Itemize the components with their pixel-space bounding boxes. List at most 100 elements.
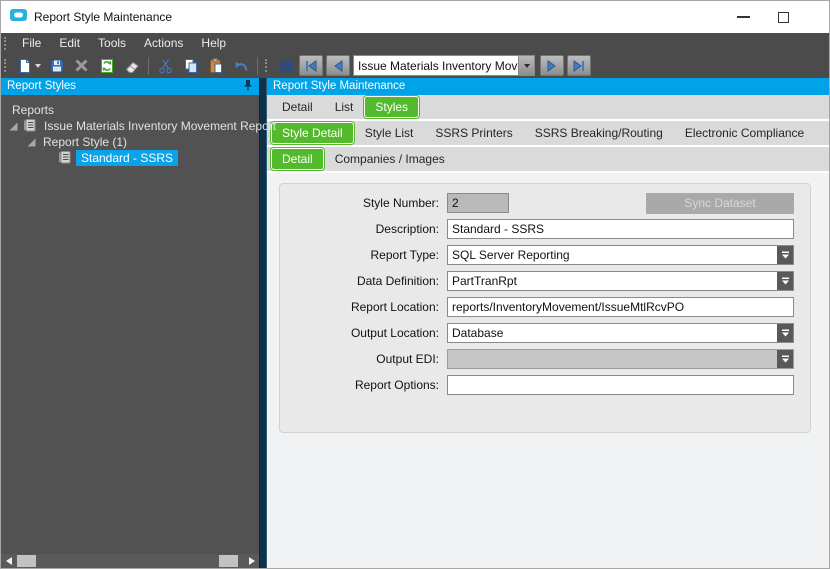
expanded-triangle-icon[interactable] [9,122,18,131]
record-selector-value: Issue Materials Inventory Movem [354,56,518,75]
report-style-maintenance-panel: Report Style Maintenance Detail List Sty… [267,78,829,568]
tree-node-label: Reports [9,103,57,117]
chevron-down-icon [781,251,790,259]
tree-node-reports[interactable]: Reports [1,102,259,118]
undo-button[interactable] [228,55,253,77]
style-number-label: Style Number: [280,196,447,210]
toolbar-separator [257,57,258,75]
copy-icon [183,58,199,74]
maximize-icon [778,12,789,23]
form-row-report-type: Report Type: [280,242,798,268]
first-record-button[interactable] [299,55,323,76]
scroll-left-icon[interactable] [6,557,12,565]
right-panel-title: Report Style Maintenance [273,80,405,92]
save-button[interactable] [44,55,69,77]
description-field[interactable] [447,219,794,239]
tab-style-detail[interactable]: Style Detail [271,122,354,144]
new-button[interactable] [13,55,44,77]
report-type-value[interactable] [448,246,777,264]
menubar-grip[interactable] [4,37,7,50]
style-number-field[interactable] [447,193,509,213]
form-row-report-location: Report Location: [280,294,798,320]
output-edi-combo [447,349,794,369]
form-row-description: Description: [280,216,798,242]
tab-list[interactable]: List [324,96,365,118]
binoculars-search-icon [278,58,295,73]
tab-electronic-compliance[interactable]: Electronic Compliance [674,122,815,144]
tree-node-standard-ssrs[interactable]: Standard - SSRS [1,150,259,166]
report-type-dropdown-button[interactable] [777,246,793,264]
report-location-label: Report Location: [280,300,447,314]
output-edi-dropdown-button[interactable] [777,350,793,368]
title-bar: Report Style Maintenance [1,1,829,33]
tree-node-report-style[interactable]: Report Style (1) [1,134,259,150]
last-record-button[interactable] [567,55,591,76]
tree-node-label: Report Style (1) [40,135,130,149]
record-selector-combo[interactable]: Issue Materials Inventory Movem [353,55,535,76]
paste-button[interactable] [203,55,228,77]
menu-edit[interactable]: Edit [50,34,89,52]
tab-ssrs-printers[interactable]: SSRS Printers [424,122,523,144]
expanded-triangle-icon[interactable] [27,138,36,147]
tab-detail[interactable]: Detail [271,96,324,118]
cut-button[interactable] [153,55,178,77]
report-type-combo[interactable] [447,245,794,265]
save-icon [49,58,65,74]
menu-bar: File Edit Tools Actions Help [1,33,829,53]
find-button[interactable] [274,55,299,77]
minimize-button[interactable] [723,1,763,33]
menu-help[interactable]: Help [192,34,235,52]
data-definition-dropdown-button[interactable] [777,272,793,290]
report-icon [57,150,72,167]
tab-styles[interactable]: Styles [364,96,419,118]
scroll-right-icon[interactable] [249,557,255,565]
previous-record-button[interactable] [326,55,350,76]
form-row-output-edi: Output EDI: [280,346,798,372]
copy-button[interactable] [178,55,203,77]
data-definition-combo[interactable] [447,271,794,291]
output-location-label: Output Location: [280,326,447,340]
scrollbar-block[interactable] [219,555,238,567]
output-location-combo[interactable] [447,323,794,343]
next-record-button[interactable] [540,55,564,76]
menu-file[interactable]: File [13,34,50,52]
report-styles-tree: Reports Issue Materials Inventory Moveme… [1,95,259,166]
delete-button[interactable] [69,55,94,77]
panel-splitter[interactable] [259,78,267,568]
tab-companies-images[interactable]: Companies / Images [324,148,456,170]
pin-icon[interactable] [243,79,253,94]
chevron-down-icon [781,355,790,363]
record-selector-dropdown-button[interactable] [518,56,534,75]
scrollbar-thumb[interactable] [17,555,36,567]
menu-tools[interactable]: Tools [89,34,135,52]
tab-ssrs-breaking-routing[interactable]: SSRS Breaking/Routing [524,122,674,144]
next-record-icon [546,60,558,72]
menu-actions[interactable]: Actions [135,34,192,52]
cut-scissors-icon [158,58,173,74]
sync-dataset-button[interactable]: Sync Dataset [646,193,794,214]
main-area: Report Styles Reports Issue Materials In… [1,78,829,568]
previous-record-icon [332,60,344,72]
horizontal-scrollbar[interactable] [1,554,259,568]
tree-node-report[interactable]: Issue Materials Inventory Movement Repor… [1,118,259,134]
paste-clipboard-icon [208,58,224,74]
left-panel-header: Report Styles [1,78,259,95]
toolbar-grip-2[interactable] [265,59,268,72]
output-location-value[interactable] [448,324,777,342]
report-location-field[interactable] [447,297,794,317]
eraser-icon [124,58,140,74]
report-icon [22,118,37,135]
form-row-style-number: Style Number: Sync Dataset [280,190,798,216]
data-definition-value[interactable] [448,272,777,290]
maximize-button[interactable] [763,1,803,33]
tab-style-list[interactable]: Style List [354,122,425,144]
tab-style-detail-detail[interactable]: Detail [271,148,324,170]
toolbar-grip[interactable] [4,59,7,72]
output-edi-value [448,350,777,368]
clear-button[interactable] [119,55,144,77]
report-options-field[interactable] [447,375,794,395]
refresh-button[interactable] [94,55,119,77]
app-icon [10,8,27,26]
output-location-dropdown-button[interactable] [777,324,793,342]
new-dropdown-caret-icon [35,64,41,68]
